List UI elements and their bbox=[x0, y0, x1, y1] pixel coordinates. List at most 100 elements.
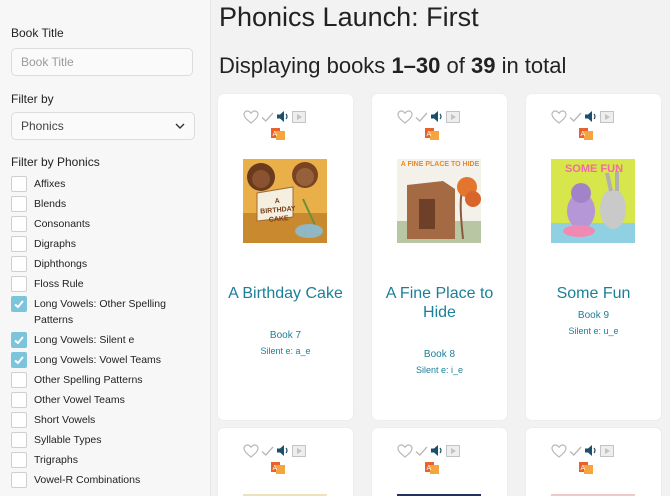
checkbox[interactable] bbox=[11, 412, 27, 428]
filter-option[interactable]: Blends bbox=[11, 196, 206, 212]
video-icon[interactable] bbox=[600, 110, 614, 128]
checkbox[interactable] bbox=[11, 216, 27, 232]
speaker-icon[interactable] bbox=[584, 110, 598, 128]
card-icons: A bbox=[243, 443, 306, 474]
filter-option-label: Syllable Types bbox=[34, 434, 102, 446]
book-number: Book 7 bbox=[269, 330, 302, 341]
filter-by-value: Phonics bbox=[21, 119, 64, 133]
book-number: Book 9 bbox=[577, 310, 610, 321]
heart-icon[interactable] bbox=[551, 109, 567, 129]
checkbox[interactable] bbox=[11, 452, 27, 468]
heart-icon[interactable] bbox=[243, 109, 259, 129]
speaker-icon[interactable] bbox=[430, 444, 444, 462]
checkbox[interactable] bbox=[11, 176, 27, 192]
filter-option[interactable]: Consonants bbox=[11, 216, 206, 232]
video-icon[interactable] bbox=[292, 110, 306, 128]
speaker-icon[interactable] bbox=[276, 444, 290, 462]
checkbox-checked[interactable] bbox=[11, 332, 27, 348]
checkbox[interactable] bbox=[11, 196, 27, 212]
abc-icon: A bbox=[271, 127, 285, 145]
book-title-link[interactable]: Some Fun bbox=[531, 284, 656, 303]
book-title-input[interactable] bbox=[11, 48, 193, 76]
video-icon[interactable] bbox=[600, 444, 614, 462]
book-cover-caption: A FINE PLACE TO HIDE bbox=[400, 161, 480, 168]
video-icon[interactable] bbox=[446, 444, 460, 462]
checkbox[interactable] bbox=[11, 256, 27, 272]
heart-icon[interactable] bbox=[397, 443, 413, 463]
check-icon[interactable] bbox=[569, 444, 582, 462]
filter-option[interactable]: Syllable Types bbox=[11, 432, 206, 448]
check-icon[interactable] bbox=[261, 110, 274, 128]
filter-option-label: Long Vowels: Silent e bbox=[34, 334, 135, 346]
filter-option-label: Blends bbox=[34, 198, 67, 210]
checkbox[interactable] bbox=[11, 236, 27, 252]
filter-option-label: Other Vowel Teams bbox=[34, 394, 125, 406]
checkbox-checked[interactable] bbox=[11, 352, 27, 368]
checkmark-icon bbox=[14, 336, 24, 345]
book-card[interactable]: A bbox=[526, 428, 661, 496]
filter-option[interactable]: Affixes bbox=[11, 176, 206, 192]
filter-option[interactable]: Long Vowels: Other Spelling Patterns bbox=[11, 296, 206, 328]
speaker-icon[interactable] bbox=[276, 110, 290, 128]
book-cover-caption: A BIRTHDAY CAKE bbox=[259, 197, 297, 224]
filter-option[interactable]: Vowel-R Combinations bbox=[11, 472, 206, 488]
card-icons: A bbox=[243, 109, 306, 140]
heart-icon[interactable] bbox=[243, 443, 259, 463]
filter-by-label: Filter by bbox=[11, 92, 54, 106]
filter-option-label: Vowel-R Combinations bbox=[34, 474, 141, 486]
book-card[interactable]: A bbox=[218, 428, 353, 496]
book-cover-caption: SOME FUN bbox=[564, 163, 624, 175]
checkbox-checked[interactable] bbox=[11, 296, 27, 312]
filter-option[interactable]: Digraphs bbox=[11, 236, 206, 252]
book-number: Book 8 bbox=[423, 349, 456, 360]
book-card[interactable]: A A BIRTHDAY CAKE A Birthday Cake Book 7… bbox=[218, 94, 353, 420]
checkbox[interactable] bbox=[11, 276, 27, 292]
results-summary: Displaying books 1–30 of 39 in total bbox=[219, 53, 566, 79]
book-title-link[interactable]: A Fine Place to Hide bbox=[377, 284, 502, 322]
card-icons: A bbox=[397, 109, 460, 140]
check-icon[interactable] bbox=[415, 444, 428, 462]
svg-text:A: A bbox=[427, 465, 432, 472]
filter-option[interactable]: Other Spelling Patterns bbox=[11, 372, 206, 388]
abc-icon: A bbox=[425, 127, 439, 145]
abc-icon: A bbox=[425, 461, 439, 479]
book-phonics: Silent e: u_e bbox=[568, 326, 619, 336]
checkbox[interactable] bbox=[11, 372, 27, 388]
filter-option[interactable]: Trigraphs bbox=[11, 452, 206, 468]
video-icon[interactable] bbox=[292, 444, 306, 462]
check-icon[interactable] bbox=[261, 444, 274, 462]
filter-option-label: Consonants bbox=[34, 218, 91, 230]
phonics-filter-list: Affixes Blends Consonants Digraphs Diphthong… bbox=[11, 176, 206, 492]
filter-by-select[interactable]: Phonics bbox=[11, 112, 195, 140]
check-icon[interactable] bbox=[569, 110, 582, 128]
filter-option-label: Diphthongs bbox=[34, 258, 88, 270]
checkbox[interactable] bbox=[11, 432, 27, 448]
filter-option[interactable]: Long Vowels: Silent e bbox=[11, 332, 206, 348]
book-title-link[interactable]: A Birthday Cake bbox=[223, 284, 348, 303]
checkmark-icon bbox=[14, 300, 24, 309]
filter-option-label: Floss Rule bbox=[34, 278, 84, 290]
filter-option[interactable]: Short Vowels bbox=[11, 412, 206, 428]
abc-icon: A bbox=[271, 461, 285, 479]
check-icon[interactable] bbox=[415, 110, 428, 128]
filter-option[interactable]: Diphthongs bbox=[11, 256, 206, 272]
filter-option[interactable]: Other Vowel Teams bbox=[11, 392, 206, 408]
abc-icon: A bbox=[579, 461, 593, 479]
speaker-icon[interactable] bbox=[584, 444, 598, 462]
checkbox[interactable] bbox=[11, 392, 27, 408]
speaker-icon[interactable] bbox=[430, 110, 444, 128]
book-card[interactable]: A SOME FUN Some Fun Book 9 Silent e: u_e bbox=[526, 94, 661, 420]
book-card[interactable]: A A FINE PLACE TO HIDE A Fine Place to H… bbox=[372, 94, 507, 420]
heart-icon[interactable] bbox=[551, 443, 567, 463]
book-phonics: Silent e: a_e bbox=[260, 346, 311, 356]
filter-option[interactable]: Floss Rule bbox=[11, 276, 206, 292]
book-cover-image[interactable] bbox=[397, 159, 481, 243]
video-icon[interactable] bbox=[446, 110, 460, 128]
filter-option-label: Long Vowels: Other Spelling Patterns bbox=[34, 298, 166, 326]
book-title-label: Book Title bbox=[11, 26, 64, 40]
page-title: Phonics Launch: First bbox=[219, 2, 479, 32]
book-card[interactable]: A bbox=[372, 428, 507, 496]
filter-option[interactable]: Long Vowels: Vowel Teams bbox=[11, 352, 206, 368]
heart-icon[interactable] bbox=[397, 109, 413, 129]
checkbox[interactable] bbox=[11, 472, 27, 488]
